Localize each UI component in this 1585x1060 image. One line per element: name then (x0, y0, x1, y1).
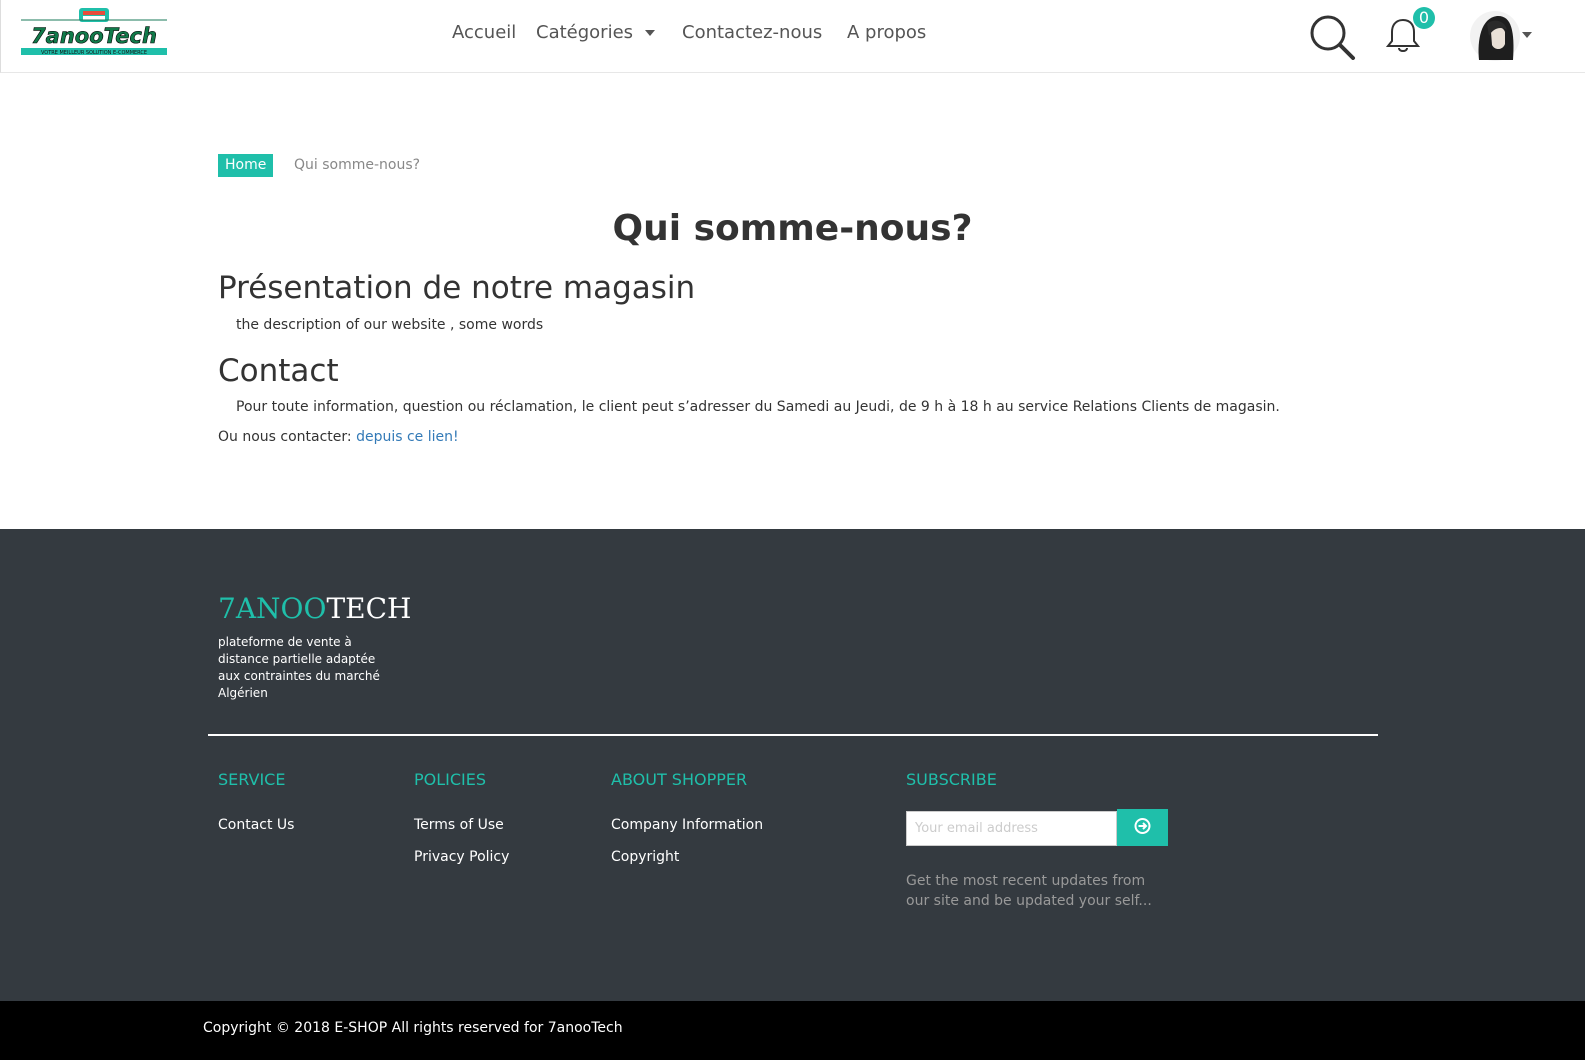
footer-service-title: SERVICE (218, 770, 286, 789)
nav-contactez-nous[interactable]: Contactez-nous (682, 22, 822, 43)
footer-divider (208, 734, 1378, 736)
presentation-text: the description of our website , some wo… (236, 317, 544, 333)
contact-text: Pour toute information, question ou récl… (236, 399, 1280, 415)
footer-brand-part2: TECH (326, 592, 412, 625)
svg-text:VOTRE MEILLEUR SOLUTION E-COMM: VOTRE MEILLEUR SOLUTION E-COMMERCE (41, 50, 147, 56)
footer-brand: 7ANOOTECH (218, 592, 411, 625)
footer-brand-part1: 7ANOO (218, 592, 327, 625)
nav-categories[interactable]: Catégories (536, 22, 656, 43)
subscribe-email-input[interactable] (906, 811, 1117, 846)
footer-link-copyright[interactable]: Copyright (611, 849, 679, 865)
contact-heading: Contact (218, 353, 339, 389)
footer-subscribe-title: SUBSCRIBE (906, 770, 997, 789)
footer-link-company-information[interactable]: Company Information (611, 817, 763, 833)
contact-link[interactable]: depuis ce lien! (356, 429, 459, 445)
nav-a-propos[interactable]: A propos (847, 22, 926, 43)
top-navbar: 7anooTech VOTRE MEILLEUR SOLUTION E-COMM… (0, 0, 1585, 73)
footer-about-title: ABOUT SHOPPER (611, 770, 748, 789)
page-title: Qui somme-nous? (612, 208, 973, 249)
arrow-circle-right-icon (1134, 818, 1151, 834)
breadcrumb-home[interactable]: Home (218, 154, 274, 177)
notification-badge: 0 (1413, 7, 1435, 29)
footer-policies-title: POLICIES (414, 770, 487, 789)
presentation-heading: Présentation de notre magasin (218, 270, 696, 306)
nav-accueil[interactable]: Accueil (452, 22, 516, 43)
contact-link-line: Ou nous contacter: depuis ce lien! (218, 429, 459, 445)
footer-brand-description: plateforme de vente à distance partielle… (218, 635, 380, 700)
nav-categories-label: Catégories (536, 22, 634, 43)
footer-link-terms-of-use[interactable]: Terms of Use (414, 817, 504, 833)
chevron-down-icon[interactable] (1522, 32, 1532, 38)
contact-link-prefix: Ou nous contacter: (218, 429, 357, 445)
subscribe-button[interactable] (1117, 809, 1168, 846)
subscribe-note: Get the most recent updates from our sit… (906, 873, 1152, 909)
chevron-down-icon (645, 30, 656, 36)
site-logo[interactable]: 7anooTech VOTRE MEILLEUR SOLUTION E-COMM… (17, 6, 171, 58)
copyright-text: Copyright © 2018 E-SHOP All rights reser… (203, 1020, 623, 1036)
search-icon[interactable] (1309, 14, 1357, 60)
footer-link-contact-us[interactable]: Contact Us (218, 817, 294, 833)
avatar[interactable] (1469, 10, 1521, 62)
footer-link-privacy-policy[interactable]: Privacy Policy (414, 849, 509, 865)
svg-text:7anooTech: 7anooTech (31, 24, 157, 48)
breadcrumb-current: Qui somme-nous? (294, 157, 421, 173)
